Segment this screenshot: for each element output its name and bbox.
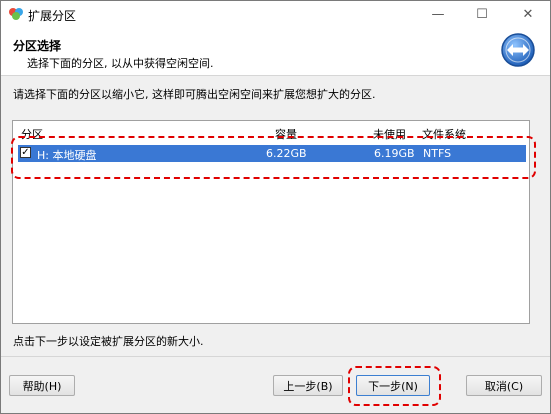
next-button-highlight-box — [348, 366, 441, 406]
close-button[interactable]: ✕ — [506, 1, 550, 28]
instruction-text: 请选择下面的分区以缩小它, 这样即可腾出空闲空间来扩展您想扩大的分区. — [13, 88, 376, 101]
expand-partition-window: 扩展分区 — ☐ ✕ 分区选择 选择下面的分区, 以从中获得空闲空间. 请选择下… — [0, 0, 551, 414]
back-button[interactable]: 上一步(B) — [273, 375, 343, 396]
partition-highlight-box — [11, 136, 536, 179]
page-subtitle: 选择下面的分区, 以从中获得空闲空间. — [27, 57, 214, 70]
maximize-button[interactable]: ☐ — [460, 1, 504, 28]
expand-partition-icon — [501, 33, 535, 67]
app-logo-icon — [9, 8, 23, 20]
window-title: 扩展分区 — [28, 9, 77, 23]
next-step-note: 点击下一步以设定被扩展分区的新大小. — [13, 335, 204, 348]
cancel-button[interactable]: 取消(C) — [466, 375, 542, 396]
page-title: 分区选择 — [13, 39, 62, 53]
minimize-button[interactable]: — — [416, 1, 460, 28]
footer-divider — [1, 356, 550, 357]
help-button[interactable]: 帮助(H) — [9, 375, 75, 396]
wizard-header: 分区选择 选择下面的分区, 以从中获得空闲空间. — [1, 28, 550, 76]
title-bar: 扩展分区 — ☐ ✕ — [1, 1, 550, 28]
